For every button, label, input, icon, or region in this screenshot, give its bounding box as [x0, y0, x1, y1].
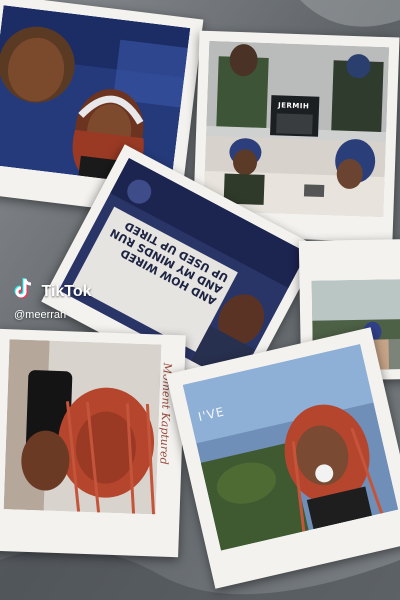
- collage-scene: JERMIH AND HOW WIRED AND MY MINDS RUN UP…: [0, 0, 400, 600]
- photo-bubblegum: I'VE: [182, 343, 399, 551]
- tiktok-logo-icon: [14, 278, 34, 305]
- tiktok-app-name: TikTok: [41, 282, 92, 300]
- photo-mirror-selfie: [3, 339, 162, 515]
- tiktok-handle: @meerrah: [14, 309, 67, 321]
- photo-album-photos: JERMIH: [203, 40, 390, 218]
- polaroid-mirror-selfie: Moment Kaptured: [0, 328, 186, 558]
- tiktok-watermark: TikTok @meerrah: [14, 278, 92, 321]
- album-title-text: JERMIH: [277, 101, 310, 111]
- photo-headphones-selfie: [0, 5, 191, 187]
